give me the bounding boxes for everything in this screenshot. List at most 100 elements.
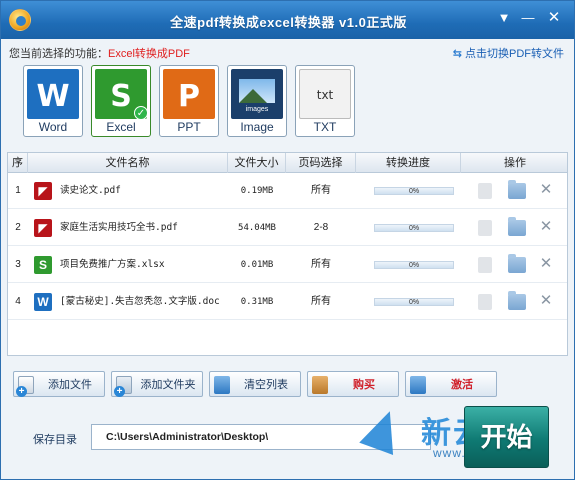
file-name-cell: ◤ 读史论文.pdf (34, 173, 226, 209)
column-header-progress: 转换进度 (356, 153, 461, 173)
file-size: 54.04MB (238, 223, 276, 233)
column-header-name: 文件名称 (28, 153, 228, 173)
format-tile-image[interactable]: images Image (227, 65, 287, 137)
folder-add-icon: + (114, 376, 132, 397)
table-header: 序 文件名称 文件大小 页码选择 转换进度 操作 (8, 153, 567, 173)
row-index: 1 (15, 185, 21, 196)
file-size: 0.31MB (240, 297, 274, 307)
add-folder-label: 添加文件夹 (140, 379, 196, 391)
format-label: PPT (177, 120, 201, 134)
page-selection[interactable]: 2-8 (286, 210, 356, 246)
watermark-arrow-icon (359, 405, 407, 455)
table-row[interactable]: 3 S 项目免费推广方案.xlsx 0.01MB 所有 0% ✕ (8, 247, 567, 283)
table-row[interactable]: 2 ◤ 家庭生活实用技巧全书.pdf 54.04MB 2-8 0% ✕ (8, 210, 567, 246)
activate-button[interactable]: 激活 (405, 371, 497, 397)
progress-text: 0% (408, 299, 420, 306)
folder-icon[interactable] (508, 217, 526, 236)
row-index: 4 (15, 296, 21, 307)
delete-icon[interactable]: ✕ (539, 182, 553, 198)
column-header-index: 序 (8, 153, 28, 173)
folder-icon[interactable] (508, 254, 526, 273)
image-icon: images (231, 69, 283, 119)
selected-function: Excel转换成PDF (108, 48, 190, 60)
progress-text: 0% (408, 225, 420, 232)
folder-icon[interactable] (508, 180, 526, 199)
pdf-file-icon: ◤ (34, 182, 52, 200)
arrow-right-icon (410, 376, 426, 394)
print-icon[interactable] (478, 183, 492, 199)
window-title: 全速pdf转换成excel转换器 v1.0正式版 (170, 15, 407, 30)
format-label: Image (240, 120, 274, 134)
clear-list-button[interactable]: 清空列表 (209, 371, 301, 397)
minimize-button[interactable]: — (518, 9, 538, 27)
file-add-icon: + (16, 376, 34, 397)
page-selection[interactable]: 所有 (286, 247, 356, 283)
table-row[interactable]: 1 ◤ 读史论文.pdf 0.19MB 所有 0% ✕ (8, 173, 567, 209)
print-icon[interactable] (478, 220, 492, 236)
row-index: 3 (15, 259, 21, 270)
excel-file-icon: S (34, 256, 52, 274)
buy-button[interactable]: 购买 (307, 371, 399, 397)
word-file-icon: W (34, 293, 52, 311)
dropdown-menu-icon[interactable]: ▼ (494, 9, 514, 27)
clear-list-label: 清空列表 (244, 379, 288, 391)
file-name: 家庭生活实用技巧全书.pdf (60, 222, 178, 233)
delete-icon[interactable]: ✕ (539, 219, 553, 235)
ppt-icon: P (163, 69, 215, 119)
close-button[interactable]: ✕ (544, 9, 564, 27)
format-tile-txt[interactable]: txt TXT (295, 65, 355, 137)
check-icon: ✓ (134, 106, 148, 120)
add-file-button[interactable]: + 添加文件 (13, 371, 105, 397)
format-tile-ppt[interactable]: P PPT (159, 65, 219, 137)
trash-icon (214, 376, 230, 394)
save-directory-label: 保存目录 (33, 434, 77, 446)
format-tile-word[interactable]: W Word (23, 65, 83, 137)
page-selection[interactable]: 所有 (286, 173, 356, 209)
row-index: 2 (15, 222, 21, 233)
add-file-label: 添加文件 (48, 379, 92, 391)
file-name-cell: ◤ 家庭生活实用技巧全书.pdf (34, 210, 226, 246)
app-window: 全速pdf转换成excel转换器 v1.0正式版 ▼ — ✕ 您当前选择的功能：… (0, 0, 575, 480)
file-name-cell: W [蒙古秘史].失吉忽秃忽.文字版.doc (34, 284, 226, 320)
print-icon[interactable] (478, 294, 492, 310)
progress-bar: 0% (374, 224, 454, 232)
file-name-cell: S 项目免费推广方案.xlsx (34, 247, 226, 283)
pdf-file-icon: ◤ (34, 219, 52, 237)
activate-label: 激活 (451, 379, 473, 391)
switch-arrows-icon: ⇆ (452, 48, 462, 60)
txt-icon: txt (299, 69, 351, 119)
file-table: 序 文件名称 文件大小 页码选择 转换进度 操作 1 ◤ 读史论文.pdf 0.1… (7, 152, 568, 356)
shopping-bag-icon (312, 376, 328, 394)
switch-mode-text: 点击切换PDF转文件 (465, 48, 564, 60)
switch-mode-link[interactable]: ⇆ 点击切换PDF转文件 (453, 45, 564, 61)
buy-label: 购买 (353, 379, 375, 391)
function-label: 您当前选择的功能：Excel转换成PDF (9, 45, 190, 61)
word-icon: W (27, 69, 79, 119)
title-bar: 全速pdf转换成excel转换器 v1.0正式版 ▼ — ✕ (1, 1, 574, 39)
file-name: 读史论文.pdf (60, 185, 121, 196)
delete-icon[interactable]: ✕ (539, 256, 553, 272)
print-icon[interactable] (478, 257, 492, 273)
start-button[interactable]: 开始 (464, 406, 549, 468)
column-header-size: 文件大小 (228, 153, 286, 173)
progress-bar: 0% (374, 261, 454, 269)
format-tile-excel[interactable]: S ✓ Excel (91, 65, 151, 137)
delete-icon[interactable]: ✕ (539, 293, 553, 309)
page-selection[interactable]: 所有 (286, 284, 356, 320)
file-size: 0.19MB (240, 186, 274, 196)
folder-icon[interactable] (508, 291, 526, 310)
format-label: TXT (313, 120, 337, 134)
file-size: 0.01MB (240, 260, 274, 270)
file-name: 项目免费推广方案.xlsx (60, 259, 165, 270)
format-label: Word (38, 120, 68, 134)
progress-text: 0% (408, 188, 420, 195)
format-label: Excel (106, 120, 136, 134)
function-label-text: 您当前选择的功能： (9, 48, 108, 60)
add-folder-button[interactable]: + 添加文件夹 (111, 371, 203, 397)
file-name: [蒙古秘史].失吉忽秃忽.文字版.doc (60, 296, 220, 307)
column-header-actions: 操作 (504, 157, 526, 169)
progress-bar: 0% (374, 298, 454, 306)
table-row[interactable]: 4 W [蒙古秘史].失吉忽秃忽.文字版.doc 0.31MB 所有 0% ✕ (8, 284, 567, 320)
column-header-pages: 页码选择 (286, 153, 356, 173)
progress-text: 0% (408, 262, 420, 269)
